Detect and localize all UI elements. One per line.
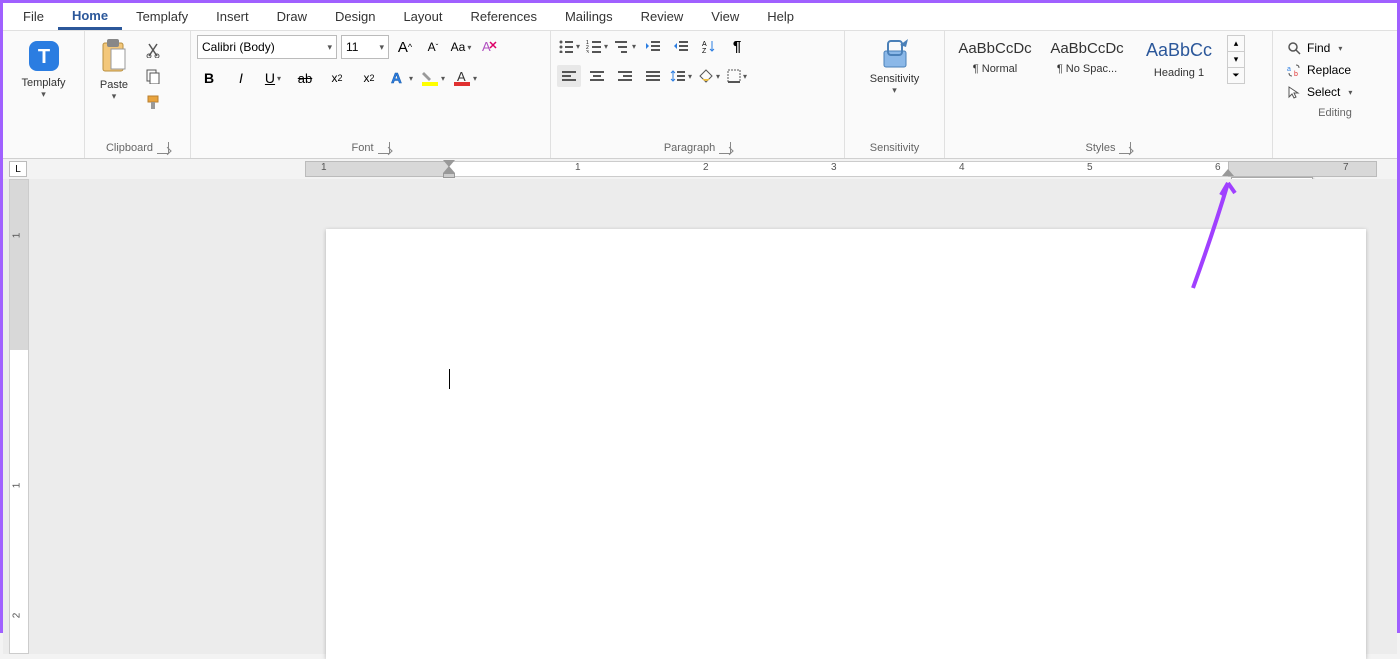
document-area: 1 1 2 <box>3 179 1397 654</box>
italic-button[interactable]: I <box>229 67 253 89</box>
tab-draw[interactable]: Draw <box>263 5 321 28</box>
strikethrough-button[interactable]: ab <box>293 67 317 89</box>
ribbon-tabs: File Home Templafy Insert Draw Design La… <box>3 3 1397 31</box>
clear-formatting-button[interactable]: A <box>477 36 501 58</box>
templafy-label: Templafy <box>21 77 65 89</box>
tab-view[interactable]: View <box>697 5 753 28</box>
align-right-button[interactable] <box>613 65 637 87</box>
svg-text:A: A <box>702 41 707 48</box>
font-size-combo[interactable]: 11▾ <box>341 35 389 59</box>
horizontal-ruler[interactable]: L 1 1 2 3 4 5 6 7 Right Margin <box>3 159 1397 179</box>
format-painter-button[interactable] <box>141 91 165 113</box>
borders-button[interactable]: ▾ <box>725 65 749 87</box>
sensitivity-button[interactable]: Sensitivity ▾ <box>864 35 926 98</box>
search-icon <box>1287 41 1301 55</box>
vertical-ruler[interactable]: 1 1 2 <box>9 179 29 654</box>
svg-text:Z: Z <box>702 48 707 53</box>
ribbon: T Templafy ▾ Paste ▾ Clipboard Ca <box>3 31 1397 159</box>
svg-text:A: A <box>482 39 491 54</box>
replace-icon: ab <box>1287 63 1301 77</box>
tab-home[interactable]: Home <box>58 4 122 30</box>
font-color-button[interactable]: A▾ <box>453 67 477 89</box>
paragraph-launcher[interactable] <box>719 142 731 154</box>
multilevel-list-button[interactable]: ▾ <box>613 35 637 57</box>
cut-button[interactable] <box>141 39 165 61</box>
bold-button[interactable]: B <box>197 67 221 89</box>
sort-button[interactable]: AZ <box>697 35 721 57</box>
tab-mailings[interactable]: Mailings <box>551 5 627 28</box>
styles-launcher[interactable] <box>1119 142 1131 154</box>
style-heading1[interactable]: AaBbCc Heading 1 <box>1135 35 1223 84</box>
right-indent-marker[interactable] <box>1222 169 1234 176</box>
clipboard-group-label: Clipboard <box>106 142 153 154</box>
svg-text:a: a <box>1287 66 1291 73</box>
right-margin-area[interactable] <box>1228 161 1377 177</box>
style-normal[interactable]: AaBbCcDc ¶ Normal <box>951 35 1039 84</box>
subscript-button[interactable]: x2 <box>325 67 349 89</box>
line-spacing-button[interactable]: ▾ <box>669 65 693 87</box>
font-launcher[interactable] <box>378 142 390 154</box>
styles-scroll: ▴ ▾ ⏷ <box>1227 35 1245 84</box>
change-case-button[interactable]: Aa▾ <box>449 36 473 58</box>
tab-references[interactable]: References <box>456 5 550 28</box>
increase-indent-button[interactable] <box>669 35 693 57</box>
select-button[interactable]: Select▾ <box>1283 83 1387 101</box>
tab-selector[interactable]: L <box>9 161 27 177</box>
svg-text:A: A <box>457 69 466 84</box>
align-left-button[interactable] <box>557 65 581 87</box>
font-group-label: Font <box>351 142 373 154</box>
chevron-down-icon: ▾ <box>112 91 117 102</box>
cursor-icon <box>1287 85 1301 99</box>
page[interactable] <box>326 229 1366 659</box>
styles-up-button[interactable]: ▴ <box>1228 36 1244 52</box>
tab-review[interactable]: Review <box>627 5 698 28</box>
text-cursor <box>449 369 450 389</box>
svg-text:A: A <box>391 70 402 87</box>
align-center-button[interactable] <box>585 65 609 87</box>
chevron-down-icon: ▾ <box>41 89 46 100</box>
paste-button[interactable]: Paste ▾ <box>91 35 137 104</box>
tab-insert[interactable]: Insert <box>202 5 263 28</box>
paste-label: Paste <box>100 79 128 91</box>
tab-help[interactable]: Help <box>753 5 808 28</box>
decrease-indent-button[interactable] <box>641 35 665 57</box>
editing-group-label: Editing <box>1318 107 1352 119</box>
text-effects-button[interactable]: A▾ <box>389 67 413 89</box>
shrink-font-button[interactable]: Aˇ <box>421 36 445 58</box>
show-marks-button[interactable]: ¶ <box>725 35 749 57</box>
numbering-button[interactable]: 123▾ <box>585 35 609 57</box>
styles-group-label: Styles <box>1086 142 1116 154</box>
indent-markers[interactable] <box>443 160 455 178</box>
clipboard-launcher[interactable] <box>157 142 169 154</box>
find-button[interactable]: Find▾ <box>1283 39 1387 57</box>
styles-more-button[interactable]: ⏷ <box>1228 68 1244 83</box>
tab-layout[interactable]: Layout <box>389 5 456 28</box>
bullets-button[interactable]: ▾ <box>557 35 581 57</box>
font-name-combo[interactable]: Calibri (Body)▾ <box>197 35 337 59</box>
superscript-button[interactable]: x2 <box>357 67 381 89</box>
highlight-button[interactable]: ▾ <box>421 67 445 89</box>
underline-button[interactable]: U▾ <box>261 67 285 89</box>
copy-button[interactable] <box>141 65 165 87</box>
templafy-button[interactable]: T Templafy ▾ <box>15 35 71 102</box>
grow-font-button[interactable]: A^ <box>393 36 417 58</box>
tab-file[interactable]: File <box>9 5 58 28</box>
sensitivity-group-label: Sensitivity <box>870 142 920 154</box>
chevron-down-icon: ▾ <box>892 85 897 96</box>
tab-templafy[interactable]: Templafy <box>122 5 202 28</box>
svg-text:b: b <box>1294 71 1298 77</box>
styles-down-button[interactable]: ▾ <box>1228 52 1244 68</box>
shading-button[interactable]: ▾ <box>697 65 721 87</box>
svg-text:3: 3 <box>586 50 589 53</box>
replace-button[interactable]: ab Replace <box>1283 61 1387 79</box>
justify-button[interactable] <box>641 65 665 87</box>
paragraph-group-label: Paragraph <box>664 142 715 154</box>
svg-text:T: T <box>37 46 49 68</box>
style-no-spacing[interactable]: AaBbCcDc ¶ No Spac... <box>1043 35 1131 84</box>
tab-design[interactable]: Design <box>321 5 389 28</box>
